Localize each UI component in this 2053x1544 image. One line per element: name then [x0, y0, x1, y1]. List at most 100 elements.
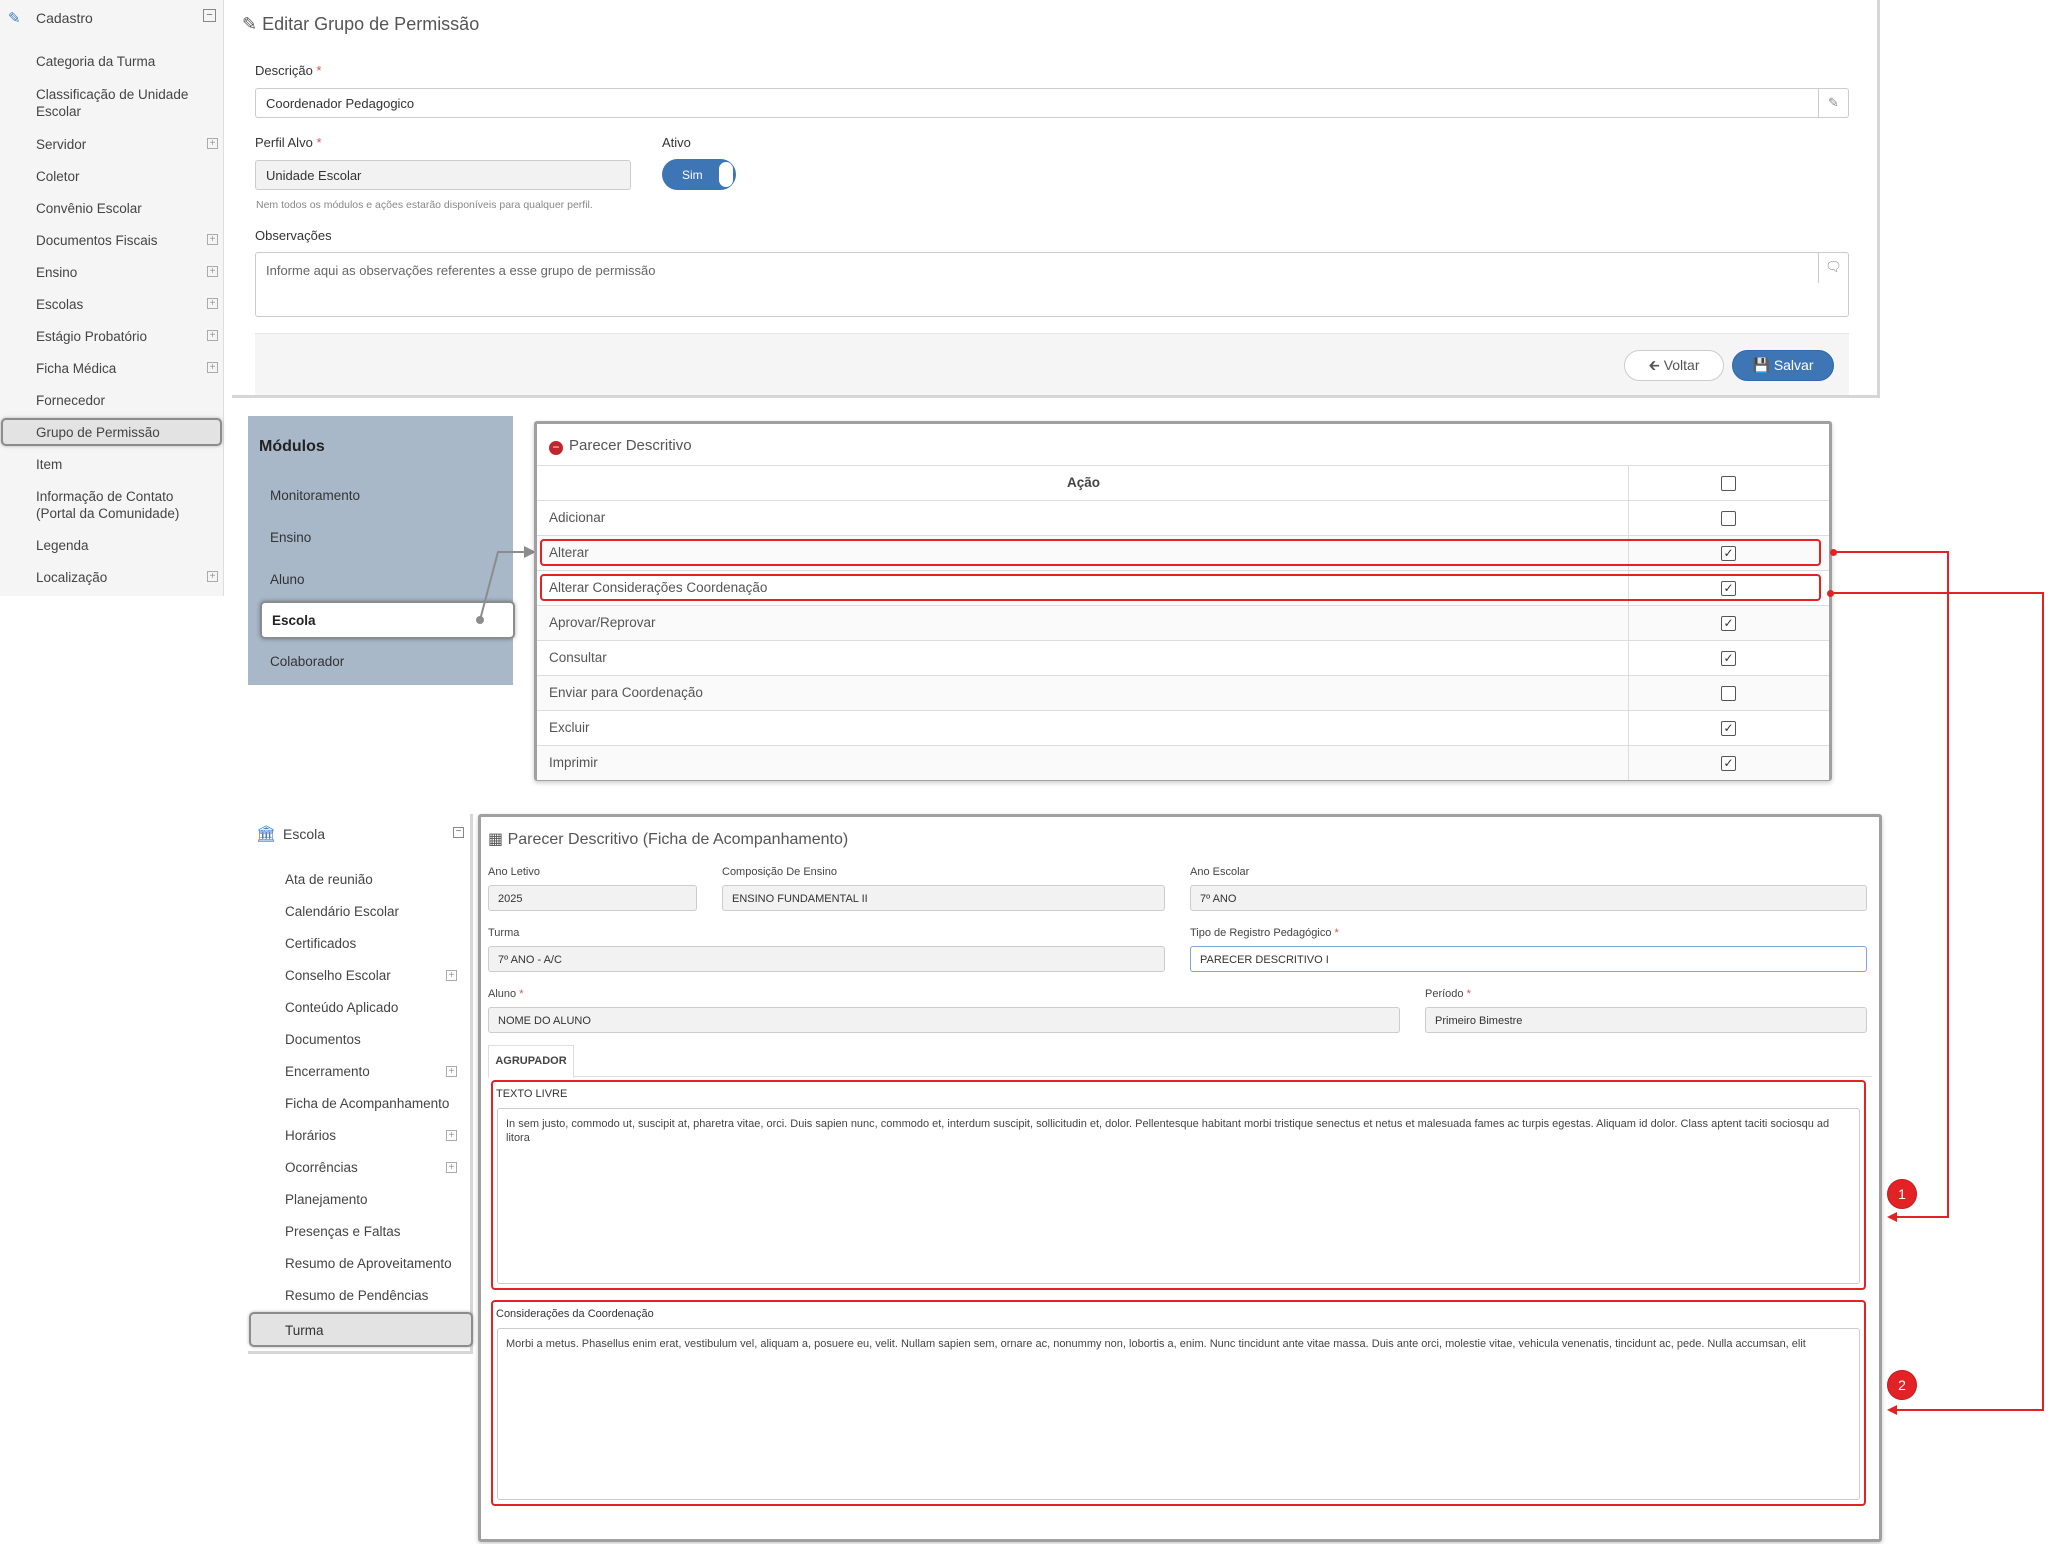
- permission-label: Adicionar: [549, 510, 606, 525]
- page-title-text: Editar Grupo de Permissão: [262, 14, 480, 34]
- sidebar-item-classificacao[interactable]: Classificação de Unidade Escolar: [36, 86, 206, 120]
- minus-circle-icon[interactable]: −: [549, 441, 563, 455]
- sidebar-item-label: Conselho Escolar: [285, 968, 391, 983]
- expand-icon[interactable]: +: [446, 1066, 457, 1077]
- descricao-label: Descrição *: [255, 63, 321, 78]
- pencil-icon: ✎: [1818, 89, 1848, 117]
- perfil-alvo-field[interactable]: Unidade Escolar: [255, 160, 631, 190]
- form-actions-bar: [255, 333, 1849, 395]
- marker-1: 1: [1887, 1179, 1917, 1209]
- permission-row: Consultar ✓: [537, 640, 1829, 675]
- expand-icon[interactable]: +: [207, 362, 218, 373]
- sidebar-item-documentos-fiscais[interactable]: Documentos Fiscais +: [36, 232, 218, 249]
- ano-escolar-field[interactable]: 7º ANO: [1190, 885, 1867, 911]
- sidebar-item-horarios[interactable]: Horários +: [285, 1128, 465, 1143]
- ano-escolar-label: Ano Escolar: [1190, 866, 1250, 878]
- tab-agrupador[interactable]: AGRUPADOR: [488, 1045, 574, 1078]
- required-mark: *: [1334, 927, 1339, 939]
- sidebar-item-resumo-de-pendencias[interactable]: Resumo de Pendências: [285, 1288, 465, 1303]
- required-mark: *: [519, 988, 524, 1000]
- consideracoes-textarea[interactable]: Morbi a metus. Phasellus enim erat, vest…: [497, 1328, 1860, 1500]
- ativo-toggle[interactable]: Sim: [662, 159, 736, 190]
- permission-checkbox[interactable]: [1721, 511, 1736, 526]
- sidebar-item-localizacao[interactable]: Localização +: [36, 569, 218, 586]
- ano-letivo-field[interactable]: 2025: [488, 885, 697, 911]
- sidebar-item-certificados[interactable]: Certificados: [285, 936, 465, 951]
- sidebar-item-legenda[interactable]: Legenda: [36, 537, 206, 554]
- perfil-hint: Nem todos os módulos e ações estarão dis…: [256, 199, 593, 211]
- composicao-field[interactable]: ENSINO FUNDAMENTAL II: [722, 885, 1165, 911]
- sidebar-item-estagio-probatorio[interactable]: Estágio Probatório +: [36, 328, 218, 345]
- permission-checkbox[interactable]: ✓: [1721, 721, 1736, 736]
- aluno-label: Aluno *: [488, 988, 523, 1000]
- sidebar-item-ensino[interactable]: Ensino +: [36, 264, 218, 281]
- sidebar-item-label: Horários: [285, 1128, 337, 1143]
- sidebar-item-grupo-de-permissao[interactable]: Grupo de Permissão: [36, 424, 206, 441]
- observacoes-textarea[interactable]: Informe aqui as observações referentes a…: [255, 252, 1849, 317]
- sidebar-item-planejamento[interactable]: Planejamento: [285, 1192, 465, 1207]
- collapse-icon[interactable]: −: [453, 827, 464, 838]
- sidebar-item-turma[interactable]: Turma: [249, 1312, 473, 1347]
- sidebar-item-ficha-de-acompanhamento[interactable]: Ficha de Acompanhamento: [285, 1096, 465, 1111]
- permission-checkbox[interactable]: [1721, 686, 1736, 701]
- sidebar-escola-header[interactable]: 🏛 Escola −: [256, 824, 464, 846]
- expand-icon[interactable]: +: [207, 234, 218, 245]
- descricao-value: Coordenador Pedagogico: [266, 96, 415, 111]
- collapse-icon[interactable]: −: [203, 9, 216, 22]
- ano-escolar-value: 7º ANO: [1200, 893, 1237, 905]
- periodo-field[interactable]: Primeiro Bimestre: [1425, 1007, 1867, 1033]
- sidebar-item-documentos[interactable]: Documentos: [285, 1032, 465, 1047]
- turma-field[interactable]: 7º ANO - A/C: [488, 946, 1165, 972]
- voltar-button[interactable]: 🡰 Voltar: [1624, 350, 1724, 381]
- sidebar-item-ata-de-reuniao[interactable]: Ata de reunião: [285, 872, 465, 887]
- sidebar-item-calendario-escolar[interactable]: Calendário Escolar: [285, 904, 465, 919]
- tipo-registro-field[interactable]: PARECER DESCRITIVO I: [1190, 946, 1867, 972]
- periodo-value: Primeiro Bimestre: [1435, 1015, 1523, 1027]
- sidebar-item-ficha-medica[interactable]: Ficha Médica +: [36, 360, 218, 377]
- permission-checkbox[interactable]: ✓: [1721, 616, 1736, 631]
- expand-icon[interactable]: +: [446, 970, 457, 981]
- permission-check-cell: ✓: [1628, 746, 1829, 780]
- sidebar-item-convenio-escolar[interactable]: Convênio Escolar: [36, 200, 206, 217]
- expand-icon[interactable]: +: [207, 571, 218, 582]
- sidebar-cadastro-header[interactable]: ✎ Cadastro −: [6, 8, 216, 30]
- expand-icon[interactable]: +: [207, 138, 218, 149]
- aluno-field[interactable]: NOME DO ALUNO: [488, 1007, 1400, 1033]
- connector-arrow: [1887, 1212, 1897, 1222]
- sidebar-item-label: Ensino: [36, 265, 78, 280]
- sidebar-item-conteudo-aplicado[interactable]: Conteúdo Aplicado: [285, 1000, 465, 1015]
- salvar-button[interactable]: 💾 Salvar: [1732, 350, 1834, 381]
- sidebar-item-conselho-escolar[interactable]: Conselho Escolar +: [285, 968, 465, 983]
- module-colaborador[interactable]: Colaborador: [270, 654, 344, 669]
- module-aluno[interactable]: Aluno: [270, 572, 305, 587]
- ano-letivo-value: 2025: [498, 893, 523, 905]
- texto-livre-textarea[interactable]: In sem justo, commodo ut, suscipit at, p…: [497, 1108, 1860, 1284]
- connector-line: [1834, 551, 1949, 553]
- sidebar-item-presencas-e-faltas[interactable]: Presenças e Faltas: [285, 1224, 465, 1239]
- turma-label: Turma: [488, 927, 520, 939]
- sidebar-item-resumo-de-aproveitamento[interactable]: Resumo de Aproveitamento: [285, 1256, 465, 1271]
- sidebar-item-encerramento[interactable]: Encerramento +: [285, 1064, 465, 1079]
- sidebar-item-informacao-de-contato[interactable]: Informação de Contato (Portal da Comunid…: [36, 488, 206, 522]
- permission-checkbox[interactable]: ✓: [1721, 756, 1736, 771]
- sidebar-item-item[interactable]: Item: [36, 456, 206, 473]
- expand-icon[interactable]: +: [446, 1162, 457, 1173]
- sidebar-item-escolas[interactable]: Escolas +: [36, 296, 218, 313]
- expand-icon[interactable]: +: [207, 266, 218, 277]
- permission-check-cell: [1628, 501, 1829, 535]
- sidebar-item-label: Estágio Probatório: [36, 329, 148, 344]
- module-ensino[interactable]: Ensino: [270, 530, 311, 545]
- sidebar-item-fornecedor[interactable]: Fornecedor: [36, 392, 206, 409]
- sidebar-escola: 🏛 Escola −: [248, 814, 473, 1354]
- descricao-field[interactable]: Coordenador Pedagogico ✎: [255, 88, 1849, 118]
- sidebar-item-ocorrencias[interactable]: Ocorrências +: [285, 1160, 465, 1175]
- expand-icon[interactable]: +: [446, 1130, 457, 1141]
- permission-checkbox[interactable]: ✓: [1721, 651, 1736, 666]
- sidebar-item-categoria-da-turma[interactable]: Categoria da Turma: [36, 53, 206, 70]
- select-all-checkbox[interactable]: [1721, 476, 1736, 491]
- expand-icon[interactable]: +: [207, 330, 218, 341]
- sidebar-item-coletor[interactable]: Coletor: [36, 168, 206, 185]
- expand-icon[interactable]: +: [207, 298, 218, 309]
- module-monitoramento[interactable]: Monitoramento: [270, 488, 360, 503]
- sidebar-item-servidor[interactable]: Servidor +: [36, 136, 218, 153]
